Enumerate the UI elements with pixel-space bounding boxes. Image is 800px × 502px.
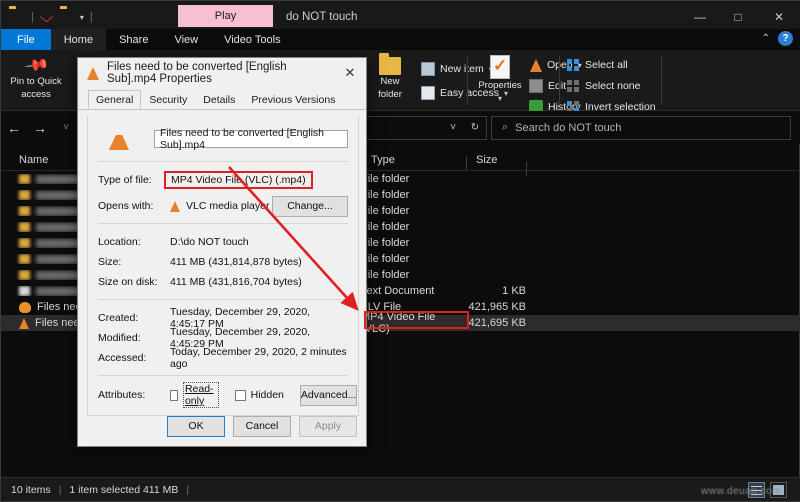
annotation-arrow bbox=[228, 166, 359, 311]
file-explorer-window: | ▾ | Play do NOT touch — □ ✕ File Home … bbox=[0, 0, 800, 502]
